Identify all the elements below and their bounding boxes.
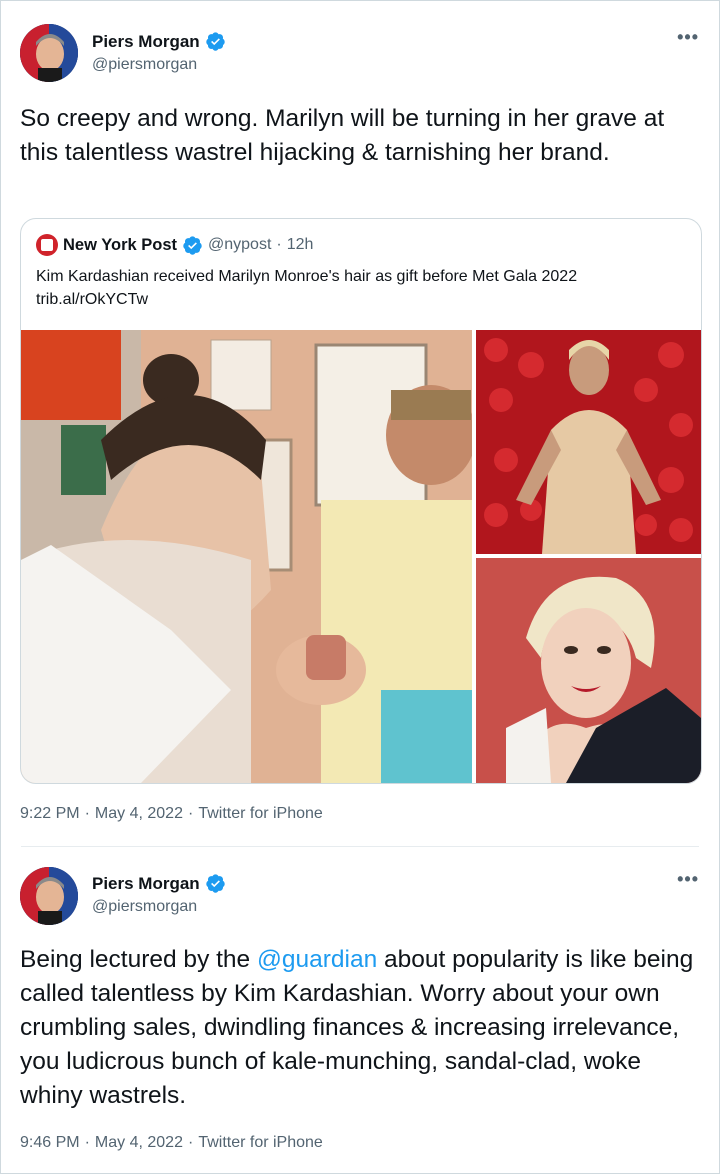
more-options-icon[interactable]: ••• <box>677 27 699 48</box>
tweet-time[interactable]: 9:46 PM <box>20 1134 80 1152</box>
media-image-top-right[interactable] <box>476 330 701 554</box>
quoted-tweet-time[interactable]: 12h <box>287 236 314 254</box>
separator-dot: · <box>84 805 90 822</box>
avatar[interactable] <box>20 24 78 82</box>
tweet-text-part: Being lectured by the <box>20 946 257 973</box>
quoted-tweet-header: New York Post @nypost · 12h <box>36 234 313 256</box>
avatar[interactable] <box>20 867 78 925</box>
quoted-author-name[interactable]: New York Post <box>63 236 177 255</box>
mention-link[interactable]: @guardian <box>257 946 377 973</box>
media-grid <box>21 330 701 783</box>
tweet-source[interactable]: Twitter for iPhone <box>198 1134 323 1152</box>
separator-dot: · <box>187 805 194 822</box>
quoted-headline: Kim Kardashian received Marilyn Monroe's… <box>36 268 578 285</box>
media-image-main[interactable] <box>21 330 472 783</box>
tweet-source[interactable]: Twitter for iPhone <box>198 805 323 823</box>
tweet-timestamp[interactable]: 9:22 PM · May 4, 2022 · Twitter for iPho… <box>20 805 323 823</box>
author-handle[interactable]: @piersmorgan <box>92 56 197 74</box>
tweet-timestamp[interactable]: 9:46 PM · May 4, 2022 · Twitter for iPho… <box>20 1134 323 1152</box>
author-name[interactable]: Piers Morgan <box>92 32 200 52</box>
tweet-text: Being lectured by the @guardian about po… <box>20 943 700 1113</box>
author-name-row[interactable]: Piers Morgan <box>92 31 226 52</box>
separator-dot: · <box>187 1134 194 1151</box>
author-name[interactable]: Piers Morgan <box>92 874 200 894</box>
tweet-time[interactable]: 9:22 PM <box>20 805 80 823</box>
separator-dot: · <box>276 236 282 253</box>
tweet-date[interactable]: May 4, 2022 <box>95 1134 183 1152</box>
quoted-author-handle[interactable]: @nypost <box>208 236 271 254</box>
author-handle[interactable]: @piersmorgan <box>92 898 197 916</box>
author-name-row[interactable]: Piers Morgan <box>92 873 226 894</box>
nypost-logo-icon[interactable] <box>36 234 58 256</box>
verified-badge-icon <box>182 235 203 256</box>
quoted-tweet-text: Kim Kardashian received Marilyn Monroe's… <box>36 265 686 311</box>
quoted-link[interactable]: trib.al/rOkYCTw <box>36 288 686 311</box>
tweet-thread: Piers Morgan @piersmorgan ••• So creepy … <box>0 0 720 1174</box>
verified-badge-icon <box>205 31 226 52</box>
verified-badge-icon <box>205 873 226 894</box>
tweet-text: So creepy and wrong. Marilyn will be tur… <box>20 105 665 166</box>
tweet[interactable]: Piers Morgan @piersmorgan ••• Being lect… <box>1 847 720 1174</box>
tweet-date[interactable]: May 4, 2022 <box>95 805 183 823</box>
separator-dot: · <box>84 1134 90 1151</box>
media-image-bottom-right[interactable] <box>476 558 701 783</box>
tweet[interactable]: Piers Morgan @piersmorgan ••• So creepy … <box>1 1 720 847</box>
more-options-icon[interactable]: ••• <box>677 869 699 890</box>
quoted-tweet[interactable]: New York Post @nypost · 12h Kim Kardashi… <box>20 218 702 784</box>
